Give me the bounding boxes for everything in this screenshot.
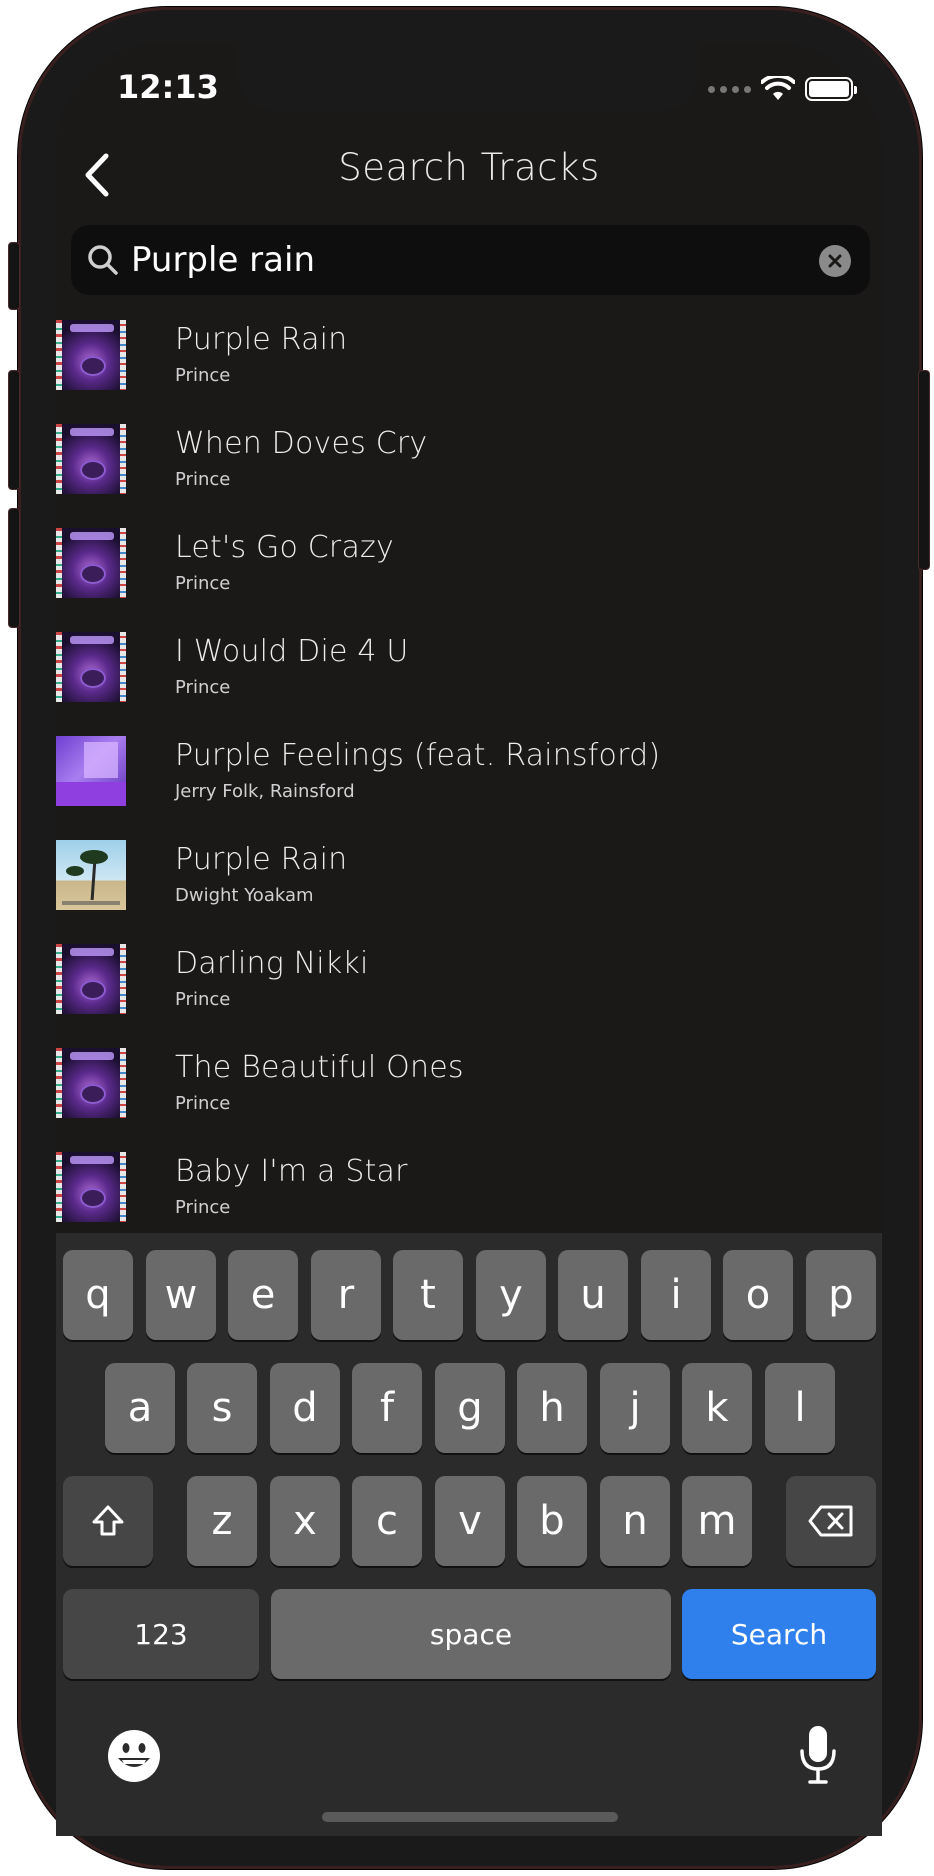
numbers-key-label: 123 — [134, 1617, 188, 1651]
delete-key[interactable] — [786, 1476, 876, 1566]
shift-icon — [92, 1505, 124, 1536]
key-p[interactable]: p — [806, 1250, 876, 1340]
track-list: Purple Rain Prince When Doves Cry Prince… — [56, 312, 882, 1248]
key-k[interactable]: k — [682, 1363, 752, 1453]
key-i[interactable]: i — [641, 1250, 711, 1340]
microphone-icon — [800, 1726, 836, 1784]
track-title: When Doves Cry — [175, 426, 428, 461]
close-icon — [828, 254, 842, 268]
key-m[interactable]: m — [682, 1476, 752, 1566]
track-artist: Prince — [175, 469, 231, 490]
track-row[interactable]: Purple Rain Dwight Yoakam — [56, 832, 882, 936]
key-l[interactable]: l — [765, 1363, 835, 1453]
page-title: Search Tracks — [338, 146, 600, 189]
album-cover — [56, 840, 126, 910]
album-cover — [56, 528, 126, 598]
search-icon — [88, 245, 118, 275]
status-time: 12:13 — [117, 68, 219, 106]
track-row[interactable]: Purple Feelings (feat. Rainsford) Jerry … — [56, 728, 882, 832]
track-artist: Dwight Yoakam — [175, 885, 314, 906]
album-cover — [56, 320, 126, 390]
key-j[interactable]: j — [600, 1363, 670, 1453]
key-y[interactable]: y — [476, 1250, 546, 1340]
volume-down-button — [8, 508, 20, 628]
search-input[interactable] — [131, 225, 791, 295]
track-row[interactable]: Purple Rain Prince — [56, 312, 882, 416]
album-cover — [56, 1048, 126, 1118]
key-e[interactable]: e — [228, 1250, 298, 1340]
track-title: I Would Die 4 U — [175, 634, 409, 669]
space-key-label: space — [429, 1617, 513, 1651]
track-artist: Prince — [175, 677, 231, 698]
track-row[interactable]: Let's Go Crazy Prince — [56, 520, 882, 624]
track-artist: Prince — [175, 989, 231, 1010]
key-w[interactable]: w — [146, 1250, 216, 1340]
key-n[interactable]: n — [600, 1476, 670, 1566]
search-key[interactable]: Search — [682, 1589, 876, 1679]
track-row[interactable]: The Beautiful Ones Prince — [56, 1040, 882, 1144]
backspace-icon — [808, 1505, 853, 1537]
power-button — [918, 370, 930, 570]
key-c[interactable]: c — [352, 1476, 422, 1566]
key-g[interactable]: g — [435, 1363, 505, 1453]
signal-dots-icon — [708, 85, 751, 93]
wifi-icon — [761, 76, 795, 100]
space-key[interactable]: space — [271, 1589, 671, 1679]
search-key-label: Search — [730, 1617, 828, 1651]
key-h[interactable]: h — [517, 1363, 587, 1453]
key-o[interactable]: o — [723, 1250, 793, 1340]
microphone-button[interactable] — [796, 1723, 840, 1787]
track-title: Let's Go Crazy — [175, 530, 394, 565]
emoji-icon — [108, 1730, 160, 1782]
key-x[interactable]: x — [270, 1476, 340, 1566]
volume-up-button — [8, 370, 20, 490]
track-artist: Prince — [175, 1093, 231, 1114]
battery-icon — [805, 77, 857, 101]
track-artist: Prince — [175, 573, 231, 594]
mute-switch — [8, 242, 20, 310]
key-f[interactable]: f — [352, 1363, 422, 1453]
key-b[interactable]: b — [517, 1476, 587, 1566]
emoji-button[interactable] — [106, 1728, 162, 1784]
home-indicator[interactable] — [322, 1812, 618, 1822]
track-title: Darling Nikki — [175, 946, 369, 981]
track-row[interactable]: I Would Die 4 U Prince — [56, 624, 882, 728]
key-r[interactable]: r — [311, 1250, 381, 1340]
track-row[interactable]: Darling Nikki Prince — [56, 936, 882, 1040]
track-artist: Prince — [175, 365, 231, 386]
clear-search-button[interactable] — [819, 245, 851, 277]
track-row[interactable]: When Doves Cry Prince — [56, 416, 882, 520]
album-cover — [56, 1152, 126, 1222]
track-title: The Beautiful Ones — [175, 1050, 464, 1085]
album-cover — [56, 632, 126, 702]
key-q[interactable]: q — [63, 1250, 133, 1340]
shift-key[interactable] — [63, 1476, 153, 1566]
key-t[interactable]: t — [393, 1250, 463, 1340]
numbers-key[interactable]: 123 — [63, 1589, 259, 1679]
notch — [236, 44, 700, 112]
track-title: Purple Rain — [175, 842, 348, 877]
track-artist: Prince — [175, 1197, 231, 1218]
track-title: Purple Rain — [175, 322, 348, 357]
search-bar — [71, 225, 870, 295]
key-z[interactable]: z — [187, 1476, 257, 1566]
key-s[interactable]: s — [187, 1363, 257, 1453]
keyboard: q w e r t y u i o p a s d f g h j k l z … — [56, 1233, 882, 1836]
album-cover — [56, 944, 126, 1014]
key-d[interactable]: d — [270, 1363, 340, 1453]
status-icons — [708, 76, 857, 102]
track-title: Baby I'm a Star — [175, 1154, 408, 1189]
key-v[interactable]: v — [435, 1476, 505, 1566]
track-artist: Jerry Folk, Rainsford — [175, 781, 355, 802]
key-u[interactable]: u — [558, 1250, 628, 1340]
key-a[interactable]: a — [105, 1363, 175, 1453]
album-cover — [56, 736, 126, 806]
album-cover — [56, 424, 126, 494]
track-title: Purple Feelings (feat. Rainsford) — [175, 738, 661, 773]
